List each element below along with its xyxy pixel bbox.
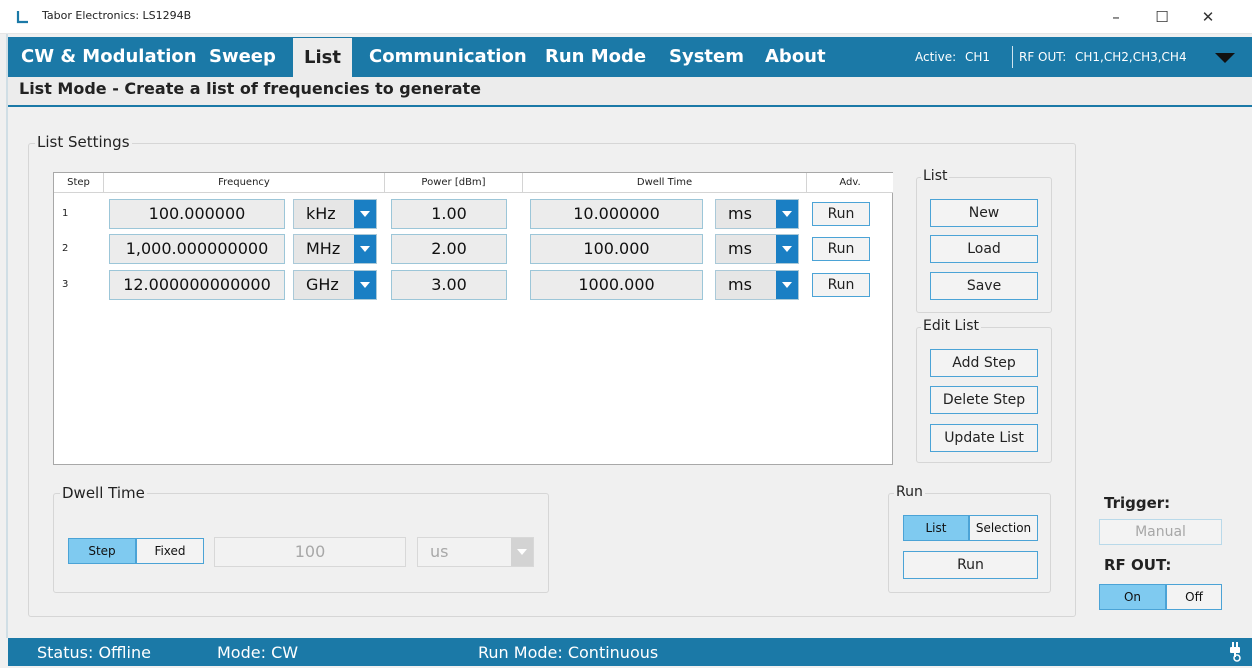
tab-list[interactable]: List — [293, 38, 352, 77]
window-border — [6, 34, 8, 638]
load-list-button[interactable]: Load — [930, 235, 1038, 263]
mode-status: Mode: CW — [217, 643, 299, 662]
title-bar: Tabor Electronics: LS1294B – ☐ ✕ — [0, 0, 1252, 34]
power-input[interactable]: 3.00 — [391, 270, 507, 300]
rf-out-channels: CH1,CH2,CH3,CH4 — [1075, 50, 1187, 64]
page-subtitle: List Mode - Create a list of frequencies… — [19, 79, 482, 98]
status-bar: Status: Offline Mode: CW Run Mode: Conti… — [8, 638, 1252, 666]
power-input[interactable]: 2.00 — [391, 234, 507, 264]
chevron-down-icon[interactable] — [776, 235, 798, 263]
delete-step-button[interactable]: Delete Step — [930, 386, 1038, 414]
window-title: Tabor Electronics: LS1294B — [42, 9, 192, 22]
dwell-unit-value: ms — [728, 275, 752, 294]
tab-about[interactable]: About — [754, 37, 837, 77]
frequency-unit-select[interactable]: kHz — [293, 199, 377, 229]
save-list-button[interactable]: Save — [930, 272, 1038, 300]
minimize-button[interactable]: – — [1094, 4, 1138, 30]
frequency-input[interactable]: 100.000000 — [109, 199, 285, 229]
frequency-unit-value: GHz — [306, 275, 339, 294]
run-step-button[interactable]: Run — [812, 202, 870, 226]
dwell-unit-value: ms — [728, 204, 752, 223]
chevron-down-icon[interactable] — [776, 200, 798, 228]
tab-sweep[interactable]: Sweep — [198, 37, 287, 77]
dwell-unit-select[interactable]: ms — [715, 199, 799, 229]
step-number: 2 — [62, 243, 69, 254]
rf-out-label: RF OUT: — [1019, 50, 1067, 64]
plug-icon — [1230, 642, 1241, 662]
dwell-time-group-title: Dwell Time — [60, 484, 147, 502]
frequency-unit-value: MHz — [306, 239, 341, 258]
active-channel-label: Active: — [915, 50, 957, 64]
manual-trigger-button[interactable]: Manual — [1099, 519, 1222, 545]
edit-list-group-title: Edit List — [921, 318, 982, 334]
table-row: 2 1,000.000000000 MHz 2.00 100.000 ms Ru… — [54, 234, 892, 266]
run-group-title: Run — [894, 484, 925, 500]
dwell-time-input[interactable]: 100.000 — [530, 234, 703, 264]
subtitle-bar: List Mode - Create a list of frequencies… — [8, 77, 1252, 107]
update-list-button[interactable]: Update List — [930, 424, 1038, 452]
dropdown-arrow-icon[interactable] — [1215, 53, 1235, 63]
table-row: 3 12.000000000000 GHz 3.00 1000.000 ms R… — [54, 270, 892, 302]
chevron-down-icon — [511, 538, 533, 566]
tab-bar: CW & Modulation Sweep List Communication… — [8, 37, 1252, 77]
list-table: Step Frequency Power [dBm] Dwell Time Ad… — [53, 172, 893, 465]
step-number: 1 — [62, 208, 69, 219]
tab-system[interactable]: System — [658, 37, 755, 77]
chevron-down-icon[interactable] — [354, 235, 376, 263]
table-row: 1 100.000000 kHz 1.00 10.000000 ms Run — [54, 199, 892, 231]
column-header-adv: Adv. — [807, 173, 893, 193]
frequency-unit-value: kHz — [306, 204, 336, 223]
run-list-toggle[interactable]: List — [903, 515, 969, 541]
app-logo-icon — [16, 11, 28, 24]
dwell-unit-select-disabled: us — [417, 537, 534, 567]
run-mode-status: Run Mode: Continuous — [478, 643, 659, 662]
run-step-button[interactable]: Run — [812, 273, 870, 297]
frequency-input[interactable]: 12.000000000000 — [109, 270, 285, 300]
column-header-step: Step — [54, 173, 104, 193]
rf-out-off-toggle[interactable]: Off — [1166, 584, 1222, 610]
rf-out-section-label: RF OUT: — [1104, 556, 1172, 574]
dwell-fixed-toggle[interactable]: Fixed — [136, 538, 204, 564]
dwell-time-input[interactable]: 10.000000 — [530, 199, 703, 229]
close-button[interactable]: ✕ — [1186, 4, 1230, 30]
frequency-unit-select[interactable]: MHz — [293, 234, 377, 264]
run-step-button[interactable]: Run — [812, 237, 870, 261]
dwell-unit-select[interactable]: ms — [715, 234, 799, 264]
tab-cw-modulation[interactable]: CW & Modulation — [10, 37, 208, 77]
step-number: 3 — [62, 279, 69, 290]
trigger-label: Trigger: — [1104, 494, 1171, 512]
column-header-frequency: Frequency — [104, 173, 385, 193]
column-header-power: Power [dBm] — [385, 173, 523, 193]
dwell-step-toggle[interactable]: Step — [68, 538, 136, 564]
run-button[interactable]: Run — [903, 551, 1038, 579]
connection-status: Status: Offline — [37, 643, 151, 662]
chevron-down-icon[interactable] — [776, 271, 798, 299]
chevron-down-icon[interactable] — [354, 200, 376, 228]
add-step-button[interactable]: Add Step — [930, 349, 1038, 377]
dwell-unit-disabled-value: us — [430, 542, 449, 561]
dwell-unit-value: ms — [728, 239, 752, 258]
chevron-down-icon[interactable] — [354, 271, 376, 299]
dwell-time-input[interactable]: 1000.000 — [530, 270, 703, 300]
run-selection-toggle[interactable]: Selection — [969, 515, 1038, 541]
list-group-title: List — [921, 168, 950, 184]
active-channel-value: CH1 — [965, 50, 991, 64]
dwell-unit-select[interactable]: ms — [715, 270, 799, 300]
tab-run-mode[interactable]: Run Mode — [534, 37, 657, 77]
tab-communication[interactable]: Communication — [358, 37, 538, 77]
maximize-button[interactable]: ☐ — [1140, 4, 1184, 30]
list-settings-title: List Settings — [35, 133, 132, 151]
rf-out-on-toggle[interactable]: On — [1099, 584, 1166, 610]
frequency-input[interactable]: 1,000.000000000 — [109, 234, 285, 264]
dwell-time-input-disabled: 100 — [214, 537, 406, 567]
new-list-button[interactable]: New — [930, 199, 1038, 227]
header-divider — [1012, 46, 1013, 68]
column-header-dwell-time: Dwell Time — [523, 173, 807, 193]
frequency-unit-select[interactable]: GHz — [293, 270, 377, 300]
power-input[interactable]: 1.00 — [391, 199, 507, 229]
